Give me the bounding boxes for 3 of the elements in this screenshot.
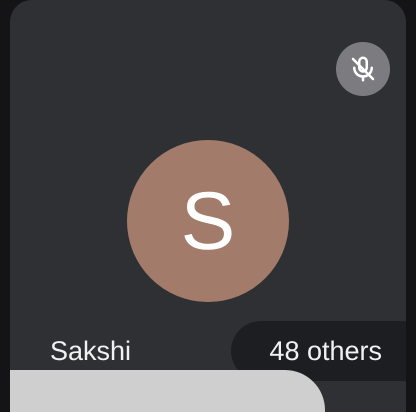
avatar: S: [127, 140, 289, 302]
participant-name: Sakshi: [50, 334, 132, 368]
others-label[interactable]: 48 others: [231, 320, 406, 382]
